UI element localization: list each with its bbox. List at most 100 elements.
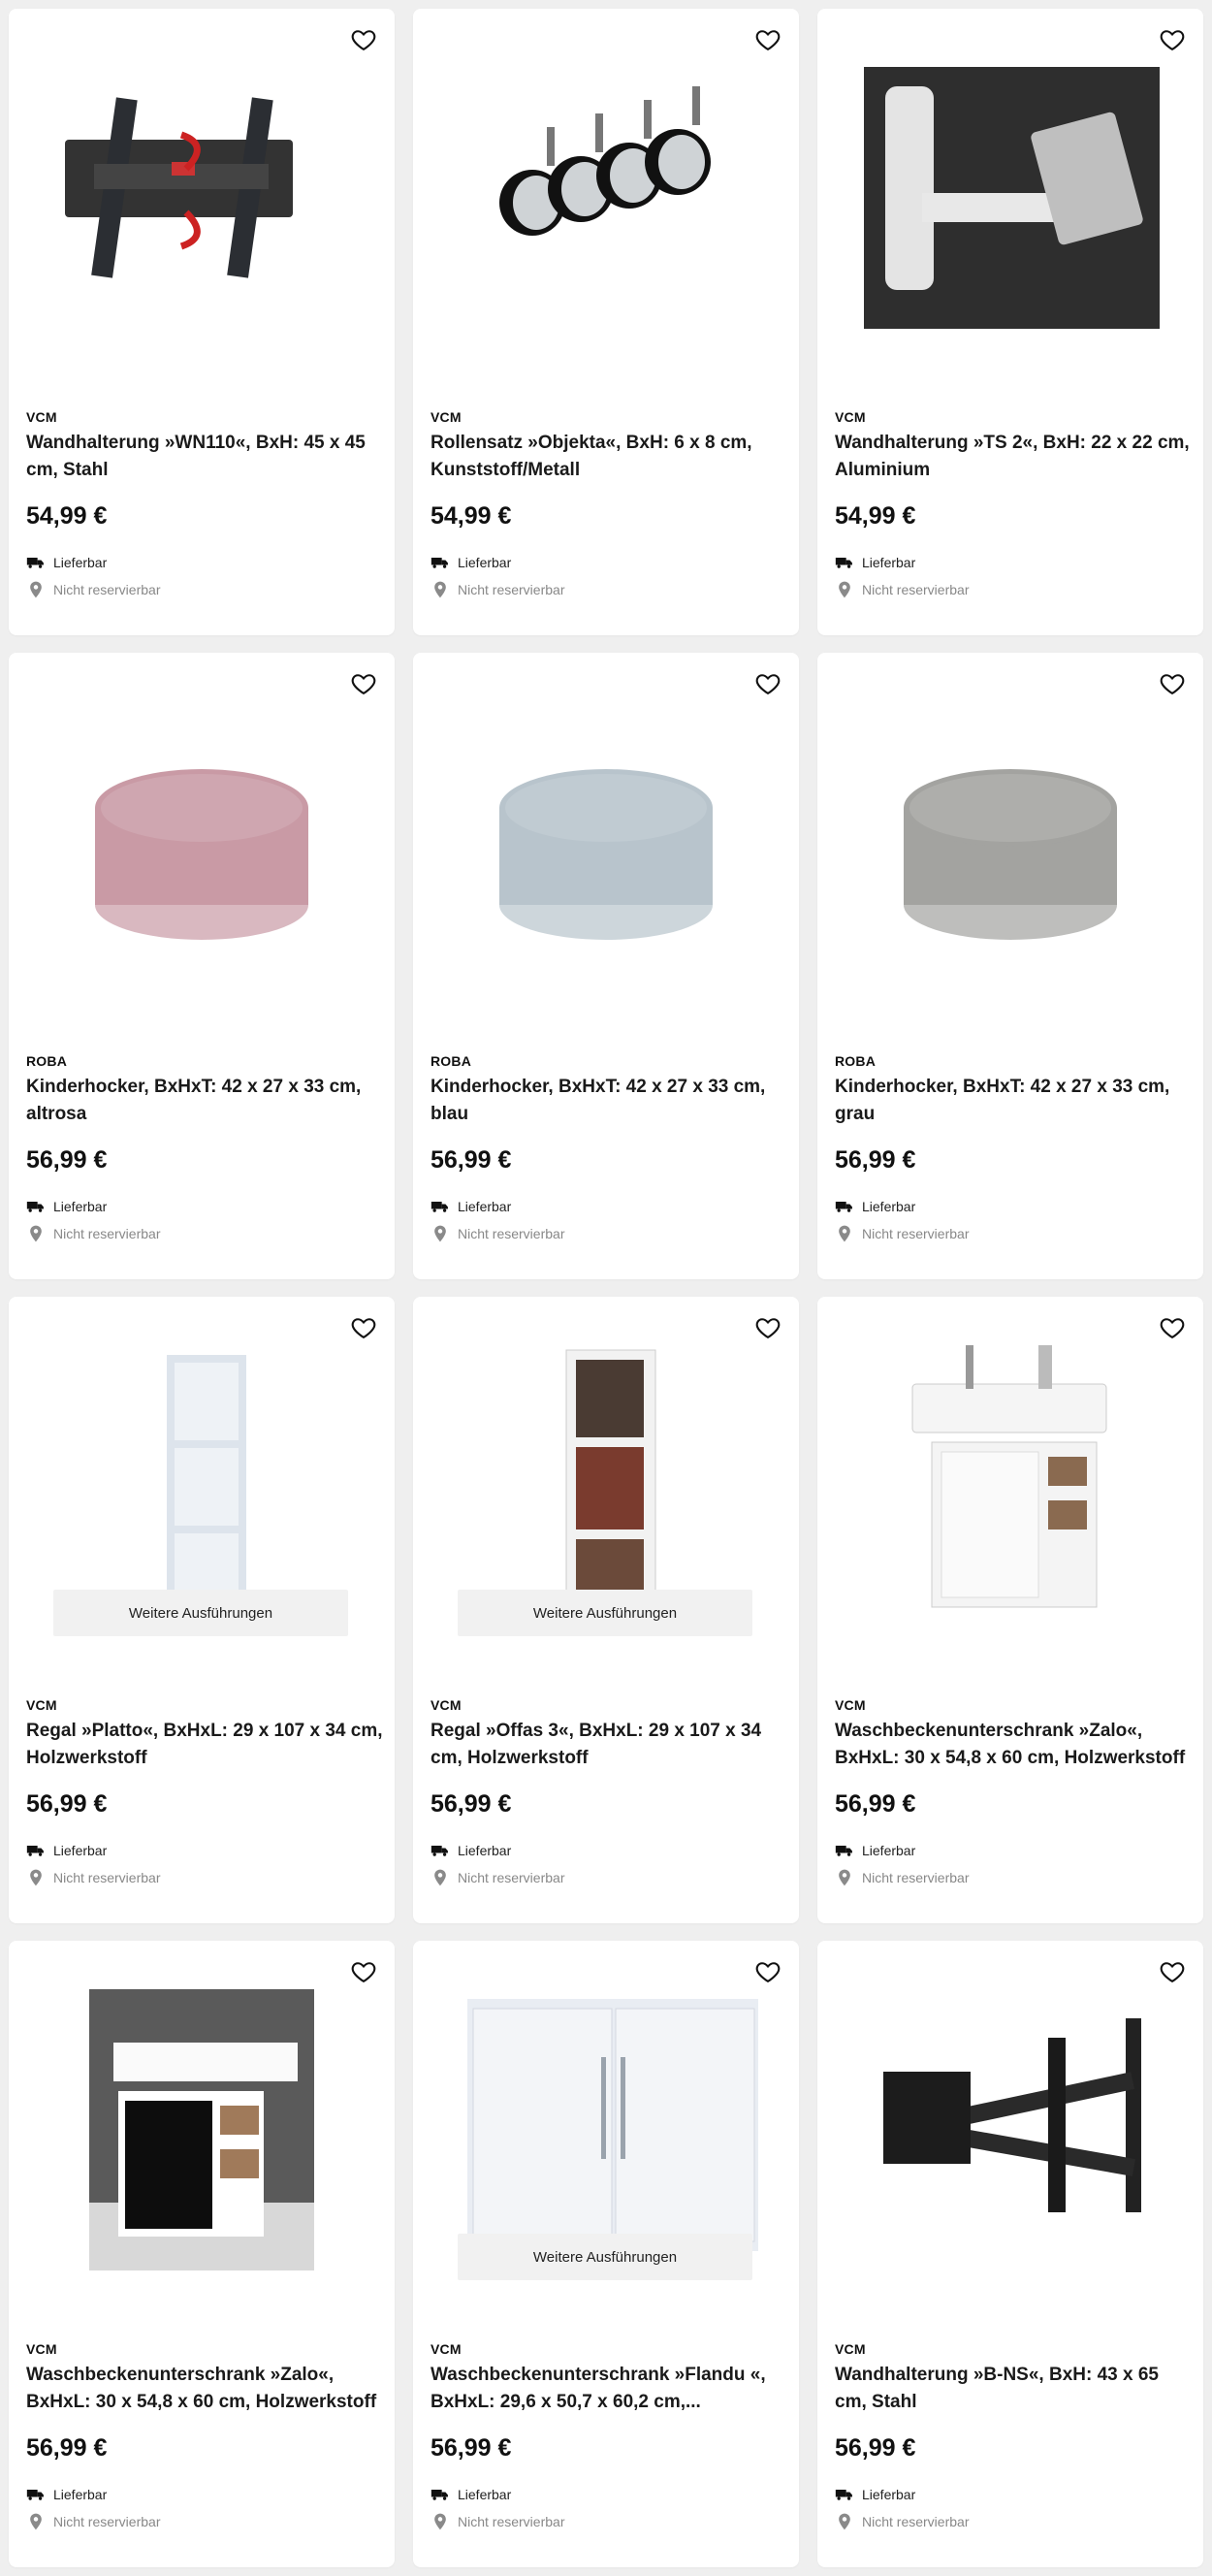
product-card[interactable]: ROBA Kinderhocker, BxHxT: 42 x 27 x 33 cm…: [9, 653, 395, 1279]
product-brand: ROBA: [26, 1053, 68, 1069]
product-image[interactable]: [36, 1336, 367, 1626]
product-card[interactable]: Weitere Ausführungen VCM Regal »Offas 3«, …: [413, 1297, 799, 1923]
more-variants-button[interactable]: Weitere Ausführungen: [458, 2234, 752, 2280]
delivery-label: Lieferbar: [862, 1843, 916, 1858]
delivery-label: Lieferbar: [53, 555, 108, 570]
product-title[interactable]: Wandhalterung »TS 2«, BxH: 22 x 22 cm, A…: [835, 430, 1194, 484]
reservation-status: Nicht reservierbar: [26, 1868, 160, 1887]
product-brand: VCM: [835, 1697, 866, 1713]
product-price: 54,99 €: [835, 502, 916, 530]
product-title[interactable]: Waschbeckenunterschrank »Zalo«, BxHxL: 3…: [26, 2362, 385, 2416]
delivery-label: Lieferbar: [862, 1199, 916, 1214]
product-image[interactable]: [36, 692, 367, 982]
reservation-status: Nicht reservierbar: [431, 2512, 564, 2531]
product-card[interactable]: Weitere Ausführungen VCM Waschbeckenunters…: [413, 1941, 799, 2567]
location-pin-icon: [26, 1868, 46, 1887]
product-card[interactable]: VCM Waschbeckenunterschrank »Zalo«, BxHxL…: [9, 1941, 395, 2567]
product-price: 54,99 €: [26, 502, 108, 530]
product-image[interactable]: [845, 48, 1176, 338]
product-title[interactable]: Kinderhocker, BxHxT: 42 x 27 x 33 cm, bl…: [431, 1074, 789, 1128]
truck-icon: [26, 1197, 46, 1216]
product-image[interactable]: [845, 1980, 1176, 2270]
truck-icon: [835, 553, 854, 572]
product-card[interactable]: VCM Rollensatz »Objekta«, BxH: 6 x 8 cm, …: [413, 9, 799, 635]
more-variants-button[interactable]: Weitere Ausführungen: [458, 1590, 752, 1636]
product-brand: VCM: [431, 2341, 462, 2357]
reservation-label: Nicht reservierbar: [458, 1870, 565, 1885]
delivery-status: Lieferbar: [431, 553, 511, 572]
product-card[interactable]: VCM Wandhalterung »WN110«, BxH: 45 x 45 c…: [9, 9, 395, 635]
product-image[interactable]: [845, 692, 1176, 982]
reservation-label: Nicht reservierbar: [862, 2514, 970, 2529]
product-price: 56,99 €: [431, 1790, 512, 1818]
product-price: 56,99 €: [26, 1790, 108, 1818]
location-pin-icon: [431, 2512, 450, 2531]
product-title[interactable]: Kinderhocker, BxHxT: 42 x 27 x 33 cm, gr…: [835, 1074, 1194, 1128]
product-title[interactable]: Kinderhocker, BxHxT: 42 x 27 x 33 cm, al…: [26, 1074, 385, 1128]
delivery-label: Lieferbar: [53, 1199, 108, 1214]
product-title[interactable]: Wandhalterung »B-NS«, BxH: 43 x 65 cm, S…: [835, 2362, 1194, 2416]
product-title[interactable]: Regal »Platto«, BxHxL: 29 x 107 x 34 cm,…: [26, 1718, 385, 1772]
delivery-status: Lieferbar: [835, 553, 915, 572]
delivery-label: Lieferbar: [458, 2487, 512, 2502]
location-pin-icon: [835, 1224, 854, 1243]
product-image[interactable]: [36, 1980, 367, 2270]
reservation-label: Nicht reservierbar: [458, 1226, 565, 1241]
product-title[interactable]: Regal »Offas 3«, BxHxL: 29 x 107 x 34 cm…: [431, 1718, 789, 1772]
product-card[interactable]: VCM Wandhalterung »TS 2«, BxH: 22 x 22 cm…: [817, 9, 1203, 635]
product-price: 56,99 €: [835, 2434, 916, 2462]
location-pin-icon: [835, 1868, 854, 1887]
reservation-label: Nicht reservierbar: [862, 582, 970, 597]
truck-icon: [835, 1197, 854, 1216]
product-card[interactable]: Weitere Ausführungen VCM Regal »Platto«, B…: [9, 1297, 395, 1923]
product-title[interactable]: Waschbeckenunterschrank »Flandu «, BxHxL…: [431, 2362, 789, 2416]
delivery-status: Lieferbar: [835, 1197, 915, 1216]
delivery-label: Lieferbar: [53, 2487, 108, 2502]
product-card[interactable]: ROBA Kinderhocker, BxHxT: 42 x 27 x 33 cm…: [817, 653, 1203, 1279]
product-price: 56,99 €: [26, 1146, 108, 1174]
delivery-status: Lieferbar: [26, 1197, 107, 1216]
delivery-status: Lieferbar: [26, 553, 107, 572]
product-price: 56,99 €: [835, 1146, 916, 1174]
reservation-label: Nicht reservierbar: [53, 2514, 161, 2529]
product-card[interactable]: ROBA Kinderhocker, BxHxT: 42 x 27 x 33 cm…: [413, 653, 799, 1279]
product-image[interactable]: [440, 1980, 772, 2270]
delivery-label: Lieferbar: [862, 555, 916, 570]
product-brand: ROBA: [835, 1053, 877, 1069]
product-title[interactable]: Rollensatz »Objekta«, BxH: 6 x 8 cm, Kun…: [431, 430, 789, 484]
product-card[interactable]: VCM Waschbeckenunterschrank »Zalo«, BxHxL…: [817, 1297, 1203, 1923]
location-pin-icon: [835, 580, 854, 599]
product-brand: VCM: [431, 1697, 462, 1713]
product-brand: VCM: [26, 409, 57, 425]
delivery-label: Lieferbar: [862, 2487, 916, 2502]
product-image[interactable]: [440, 1336, 772, 1626]
truck-icon: [835, 2485, 854, 2504]
product-image[interactable]: [440, 692, 772, 982]
delivery-status: Lieferbar: [835, 1841, 915, 1860]
reservation-status: Nicht reservierbar: [835, 2512, 969, 2531]
delivery-status: Lieferbar: [431, 2485, 511, 2504]
product-title[interactable]: Waschbeckenunterschrank »Zalo«, BxHxL: 3…: [835, 1718, 1194, 1772]
delivery-label: Lieferbar: [458, 1199, 512, 1214]
location-pin-icon: [431, 1868, 450, 1887]
reservation-label: Nicht reservierbar: [458, 2514, 565, 2529]
product-image[interactable]: [440, 48, 772, 338]
product-card[interactable]: VCM Wandhalterung »B-NS«, BxH: 43 x 65 cm…: [817, 1941, 1203, 2567]
product-price: 54,99 €: [431, 502, 512, 530]
reservation-status: Nicht reservierbar: [835, 580, 969, 599]
delivery-status: Lieferbar: [835, 2485, 915, 2504]
truck-icon: [26, 553, 46, 572]
reservation-status: Nicht reservierbar: [431, 1224, 564, 1243]
product-image[interactable]: [36, 48, 367, 338]
delivery-status: Lieferbar: [431, 1197, 511, 1216]
reservation-label: Nicht reservierbar: [862, 1870, 970, 1885]
product-title[interactable]: Wandhalterung »WN110«, BxH: 45 x 45 cm, …: [26, 430, 385, 484]
product-image[interactable]: [845, 1336, 1176, 1626]
product-price: 56,99 €: [431, 1146, 512, 1174]
truck-icon: [835, 1841, 854, 1860]
more-variants-button[interactable]: Weitere Ausführungen: [53, 1590, 348, 1636]
delivery-status: Lieferbar: [26, 2485, 107, 2504]
reservation-status: Nicht reservierbar: [431, 1868, 564, 1887]
product-brand: VCM: [26, 1697, 57, 1713]
truck-icon: [26, 1841, 46, 1860]
